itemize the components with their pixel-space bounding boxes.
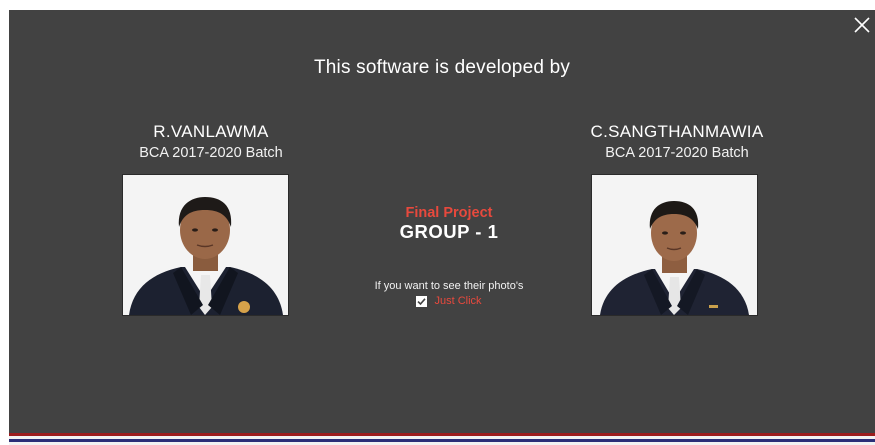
developer-name: R.VANLAWMA	[153, 122, 269, 141]
footer-stripes	[9, 433, 875, 445]
developer-right: C.SANGTHANMAWIA BCA 2017-2020 Batch	[523, 121, 831, 163]
developer-photo-right	[591, 174, 758, 316]
project-label: Final Project	[405, 205, 493, 221]
developer-batch: BCA 2017-2020 Batch	[139, 145, 283, 161]
developer-batch: BCA 2017-2020 Batch	[605, 145, 749, 161]
about-window: This software is developed by R.VANLAWMA…	[9, 10, 875, 445]
photo-checkbox[interactable]	[416, 295, 428, 307]
developer-left: R.VANLAWMA BCA 2017-2020 Batch	[57, 121, 365, 163]
photo-hint: If you want to see their photo's	[374, 280, 524, 292]
close-icon	[854, 17, 870, 33]
group-title: GROUP - 1	[399, 221, 499, 242]
page-title: This software is developed by	[313, 57, 571, 78]
just-click-link[interactable]: Just Click	[434, 295, 481, 307]
close-button[interactable]	[849, 10, 875, 40]
developer-photo-left	[122, 174, 289, 316]
just-click-option[interactable]: Just Click	[309, 295, 589, 307]
developer-name: C.SANGTHANMAWIA	[590, 122, 764, 141]
checkmark-icon	[417, 297, 427, 305]
